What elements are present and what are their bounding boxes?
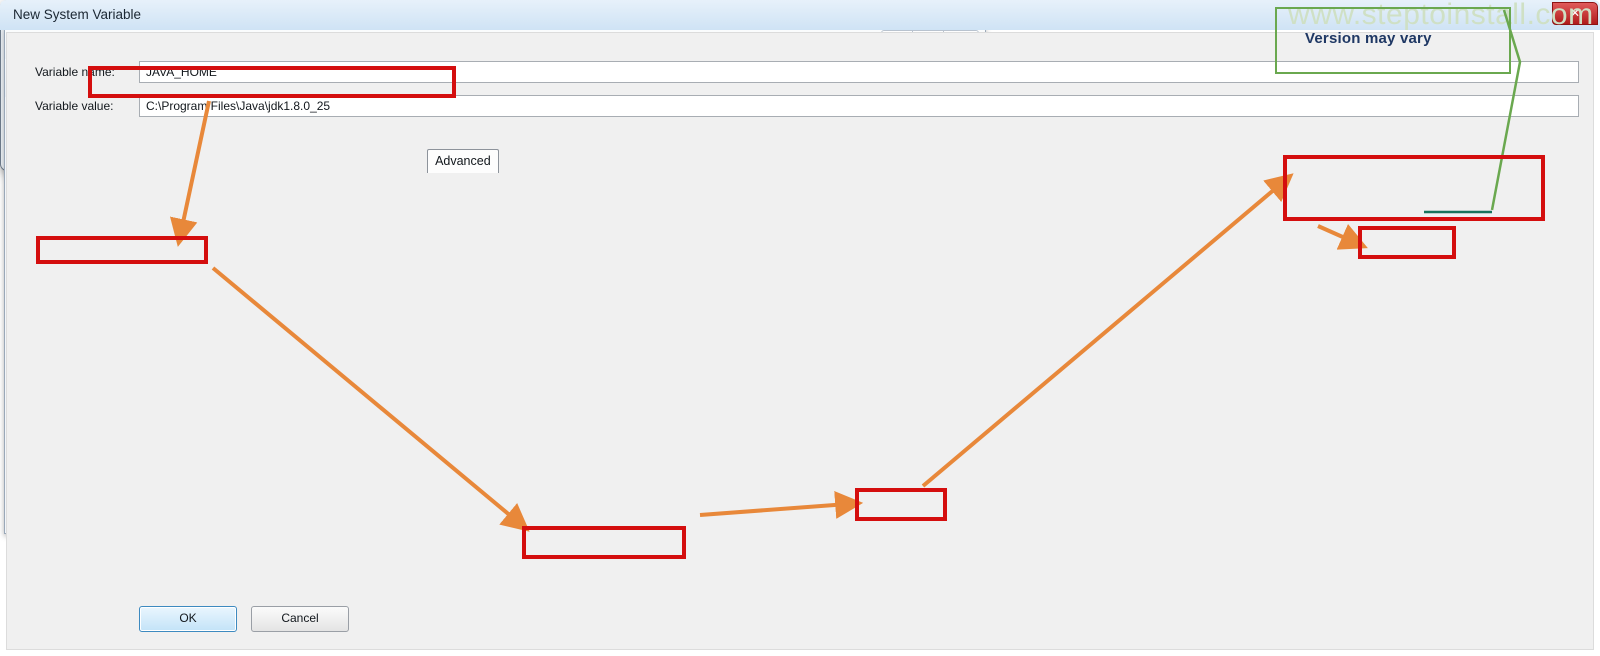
new-system-variable-body: Variable name: JAVA_HOME Variable value:… xyxy=(6,32,1594,650)
new-system-variable-dialog: New System Variable ✕ Variable name: JAV… xyxy=(0,0,406,171)
version-callout-text: Version may vary xyxy=(1305,30,1432,47)
variable-value-label: Variable value: xyxy=(35,99,114,113)
ok-button[interactable]: OK xyxy=(139,606,237,632)
variable-value-input[interactable]: C:\Program Files\Java\jdk1.8.0_25 xyxy=(139,95,1579,117)
tab-advanced[interactable]: Advanced xyxy=(427,149,499,173)
variable-name-label: Variable name: xyxy=(35,65,115,79)
cancel-button[interactable]: Cancel xyxy=(251,606,349,632)
